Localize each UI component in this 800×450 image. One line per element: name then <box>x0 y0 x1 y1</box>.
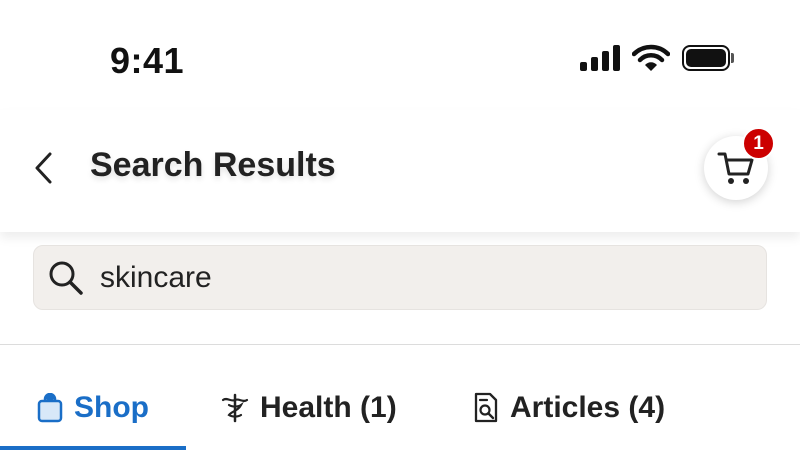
header-bar: Search Results <box>0 110 800 232</box>
tab-shop-label: Shop <box>74 391 149 424</box>
cart-count-badge: 1 <box>742 127 775 160</box>
cellular-signal-icon <box>580 45 620 71</box>
chevron-left-icon <box>35 152 52 184</box>
tab-articles-label: Articles (4) <box>510 391 666 424</box>
search-box[interactable] <box>33 245 767 310</box>
article-search-icon <box>474 392 498 423</box>
tab-articles[interactable]: Articles (4) <box>472 380 665 436</box>
status-time: 9:41 <box>110 40 185 81</box>
tab-shop[interactable]: Shop <box>36 380 149 436</box>
search-icon <box>46 258 86 298</box>
tab-health[interactable]: Health (1) <box>220 380 397 436</box>
screen: 9:41 Search Results 1 skincare Shop Heal… <box>0 0 800 450</box>
status-icons <box>580 44 734 72</box>
active-tab-indicator <box>0 446 186 450</box>
search-input[interactable] <box>100 260 700 295</box>
shopping-bag-icon <box>37 393 63 423</box>
page-title: Search Results <box>90 146 336 184</box>
battery-icon <box>682 45 734 71</box>
tab-health-label: Health (1) <box>260 391 397 424</box>
health-caduceus-icon <box>221 393 249 423</box>
status-bar: 9:41 <box>0 0 800 110</box>
wifi-icon <box>632 44 670 71</box>
divider <box>0 344 800 345</box>
back-button[interactable] <box>28 148 58 188</box>
